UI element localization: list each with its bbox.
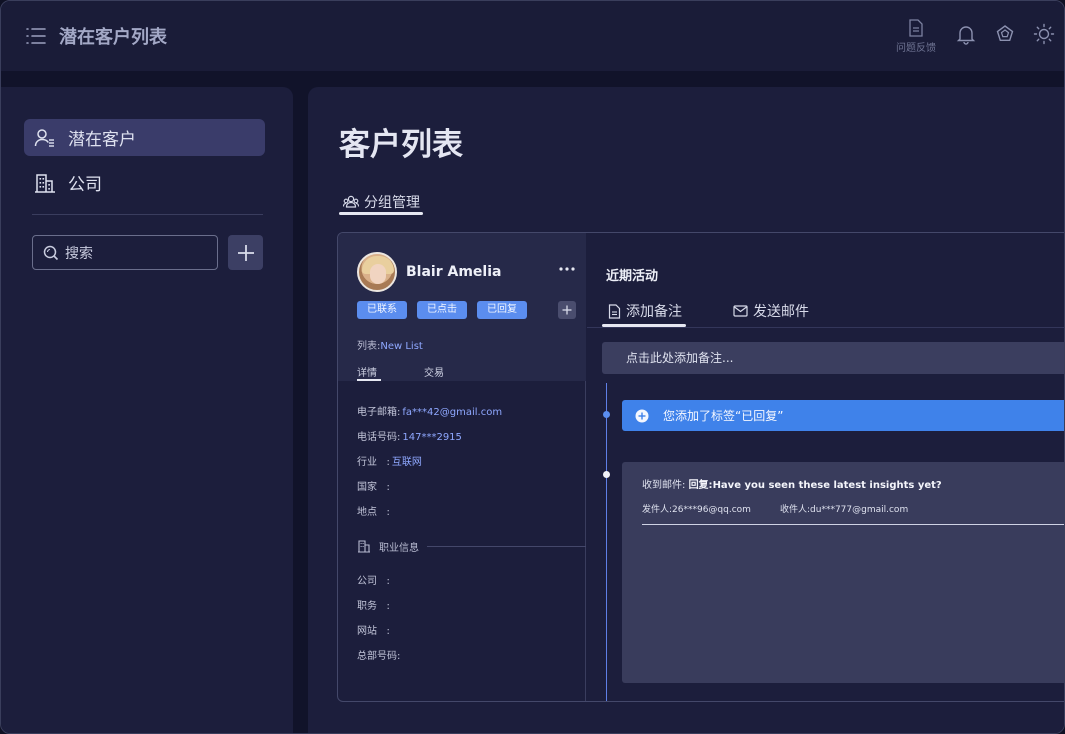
mail-icon [733, 305, 748, 317]
building-icon [358, 540, 370, 553]
subject-text: Have you seen these latest insights yet? [712, 480, 942, 491]
field-value[interactable]: 147***2915 [402, 432, 462, 443]
tag-replied[interactable]: 已回复 [477, 301, 527, 319]
search-input[interactable]: 搜索 [32, 235, 218, 270]
sub-tab-underline [357, 379, 381, 381]
tab-deals[interactable]: 交易 [424, 364, 444, 379]
field-label: 网站 : [357, 626, 390, 637]
tab-details[interactable]: 详情 [357, 364, 377, 379]
user-list-icon [34, 128, 54, 147]
timeline-line [606, 383, 607, 701]
feedback-icon [909, 19, 923, 37]
badge-icon[interactable] [994, 23, 1016, 45]
tab-divider [587, 327, 1064, 328]
search-placeholder: 搜索 [65, 245, 93, 262]
tag-contacted[interactable]: 已联系 [357, 301, 407, 319]
app-window: 潜在客户列表 问题反馈 潜在客户 公司 搜索 客户列表 分组管理 Blair A… [0, 0, 1065, 734]
tab-send-email[interactable]: 发送邮件 [733, 301, 809, 321]
top-bar: 潜在客户列表 问题反馈 [1, 1, 1064, 71]
activity-panel: 近期活动 添加备注 发送邮件 点击此处添加备注... 您添加了标签“已回复” 收… [587, 233, 1064, 701]
tab-label: 分组管理 [364, 195, 420, 211]
sidebar-divider [32, 214, 263, 215]
group-icon [343, 195, 359, 208]
sidebar-item-label: 潜在客户 [68, 130, 136, 150]
field-company: 公司 : [357, 572, 392, 587]
subject-prefix: 回复: [688, 480, 713, 491]
contact-card: Blair Amelia 已联系 已点击 已回复 列表:New List 详情 [338, 233, 586, 701]
field-phone: 电话号码: 147***2915 [357, 428, 462, 443]
field-industry: 行业 : 互联网 [357, 453, 422, 468]
section-divider [427, 546, 586, 547]
list-value[interactable]: New List [380, 341, 422, 352]
timeline-dot [603, 411, 610, 418]
feedback-label: 问题反馈 [896, 43, 936, 54]
job-section-title: 职业信息 [379, 543, 419, 554]
sun-icon[interactable] [1033, 23, 1055, 45]
email-to: 收件人:du***777@gmail.com [780, 505, 909, 515]
tab-label: 添加备注 [626, 304, 682, 320]
field-country: 国家 : [357, 478, 392, 493]
main-panel: 客户列表 分组管理 Blair Amelia 已联系 已点击 已回复 列表:Ne… [308, 87, 1064, 733]
more-icon[interactable] [559, 267, 575, 271]
field-website: 网站 : [357, 622, 392, 637]
field-hq-phone: 总部号码: [357, 647, 402, 662]
field-label: 公司 : [357, 576, 390, 587]
add-button[interactable] [228, 235, 263, 270]
job-section-header: 职业信息 [357, 539, 419, 554]
tab-label: 发送邮件 [753, 304, 809, 320]
sidebar-item-company[interactable]: 公司 [24, 164, 265, 201]
email-event-card[interactable]: 收到邮件: 回复:Have you seen these latest insi… [622, 462, 1064, 683]
app-title: 潜在客户列表 [59, 27, 167, 48]
plus-icon [562, 305, 572, 315]
field-value[interactable]: fa***42@gmail.com [402, 407, 502, 418]
building-icon [35, 173, 55, 193]
feedback-button[interactable]: 问题反馈 [894, 19, 938, 54]
field-label: 地点 : [357, 507, 390, 518]
page-title: 客户列表 [339, 127, 463, 163]
add-note-input[interactable]: 点击此处添加备注... [602, 342, 1064, 374]
field-location: 地点 : [357, 503, 392, 518]
tag-added-event: 您添加了标签“已回复” [622, 400, 1064, 431]
sidebar-item-label: 公司 [68, 175, 102, 195]
field-label: 电子邮箱: [357, 407, 401, 418]
list-label: 列表:New List [357, 337, 423, 352]
sidebar: 潜在客户 公司 搜索 [1, 87, 293, 733]
lead-detail-box: Blair Amelia 已联系 已点击 已回复 列表:New List 详情 [337, 232, 1064, 702]
search-icon [43, 245, 59, 260]
activity-title: 近期活动 [606, 269, 659, 284]
menu-icon[interactable] [25, 25, 47, 47]
field-value[interactable]: 互联网 [392, 457, 422, 468]
email-divider [642, 524, 1064, 525]
field-email: 电子邮箱: fa***42@gmail.com [357, 403, 502, 418]
sidebar-item-leads[interactable]: 潜在客户 [24, 119, 265, 156]
tag-clicked[interactable]: 已点击 [417, 301, 467, 319]
tab-add-note[interactable]: 添加备注 [608, 301, 682, 321]
email-subject: 收到邮件: 回复:Have you seen these latest insi… [642, 476, 942, 491]
tab-underline [339, 212, 423, 215]
note-icon [608, 303, 621, 319]
field-label: 行业 : [357, 457, 390, 468]
avatar [357, 252, 397, 292]
timeline-dot [603, 471, 610, 478]
field-label: 电话号码: [357, 432, 401, 443]
plus-circle-icon [635, 409, 649, 422]
field-label: 职务 : [357, 601, 390, 612]
contact-name: Blair Amelia [406, 264, 502, 280]
plus-icon [237, 244, 254, 261]
list-label-text: 列表: [357, 341, 381, 352]
email-from: 发件人:26***96@qq.com [642, 505, 751, 515]
bell-icon[interactable] [955, 23, 977, 45]
add-tag-button[interactable] [558, 301, 576, 319]
field-label: 总部号码: [357, 651, 401, 662]
field-title: 职务 : [357, 597, 392, 612]
field-label: 国家 : [357, 482, 390, 493]
subject-label: 收到邮件: [642, 480, 686, 491]
event-text: 您添加了标签“已回复” [663, 409, 784, 423]
